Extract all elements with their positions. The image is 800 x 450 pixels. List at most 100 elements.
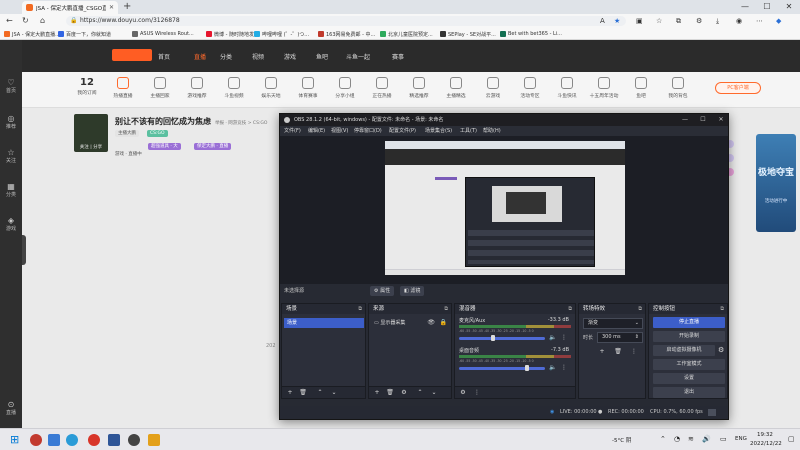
language-indicator[interactable]: ENG: [735, 436, 747, 442]
studio-mode-button[interactable]: 工作室模式: [653, 359, 725, 370]
filters-button[interactable]: ◧ 滤镜: [400, 286, 425, 296]
downloads-icon[interactable]: ⤓: [716, 17, 719, 26]
edge-browser-icon[interactable]: [66, 434, 78, 446]
browser-tab[interactable]: JSA - 保定大鹏直播_CSGO直播 ✕: [22, 1, 118, 14]
nav-fishbar[interactable]: 鱼吧: [316, 52, 328, 61]
bookmark-item[interactable]: 百度一下，你就知道: [58, 29, 111, 39]
nav-game[interactable]: 游戏: [284, 52, 296, 61]
split-screen-icon[interactable]: ▣: [636, 17, 643, 25]
douyu-logo[interactable]: [112, 49, 152, 61]
bookmark-item[interactable]: JSA - 保定大鹏直播...: [4, 29, 60, 39]
trash-icon[interactable]: 🗑: [385, 389, 395, 397]
category-item[interactable]: 分享小组: [330, 77, 360, 99]
move-up-icon[interactable]: ⌃: [315, 389, 325, 397]
maximize-button[interactable]: ☐: [756, 0, 778, 14]
category-item[interactable]: 活动专区: [515, 77, 545, 99]
category-item[interactable]: 我的背包: [663, 77, 693, 99]
room-tag[interactable]: 主播大鹏: [115, 130, 139, 137]
category-item[interactable]: 正在热播: [367, 77, 397, 99]
close-tab-icon[interactable]: ✕: [109, 4, 114, 11]
move-down-icon[interactable]: ⌄: [429, 389, 439, 397]
undock-icon[interactable]: ⧉: [444, 304, 448, 314]
category-item[interactable]: 斗鱼视频: [219, 77, 249, 99]
streamer-avatar[interactable]: 关注 | 分享: [74, 114, 108, 152]
category-item[interactable]: 游戏推荐: [182, 77, 212, 99]
properties-button[interactable]: ⚙ 属性: [370, 286, 395, 296]
bookmark-item[interactable]: 哔哩哔哩 (゜-゜)つ...: [254, 29, 309, 39]
start-virtual-camera-button[interactable]: 启动虚拟摄像机: [653, 345, 715, 356]
battery-icon[interactable]: ▭: [720, 435, 727, 443]
wifi-icon[interactable]: ≋: [688, 435, 694, 443]
nav-home[interactable]: 首页: [158, 52, 170, 61]
sidebar-item-follow[interactable]: ☆ 关注: [0, 148, 22, 164]
room-tag[interactable]: CS:GO: [147, 130, 168, 137]
add-icon[interactable]: +: [285, 389, 295, 397]
bookmark-item[interactable]: 北京儿童医院预定...: [380, 29, 433, 39]
pc-client-button[interactable]: PC客户端: [715, 82, 761, 94]
category-item[interactable]: 娱乐天地: [256, 77, 286, 99]
speaker-icon[interactable]: 🔈: [549, 364, 556, 371]
home-icon[interactable]: ⌂: [40, 16, 45, 25]
category-item[interactable]: 十五周年活动: [589, 77, 619, 99]
refresh-icon[interactable]: ↻: [22, 16, 29, 25]
category-item[interactable]: 热播直播: [108, 77, 138, 99]
more-options-icon[interactable]: ⋮: [561, 334, 567, 341]
room-tag[interactable]: 保定大鹏 · 直播: [194, 143, 232, 150]
menu-dots-icon[interactable]: ⋯: [756, 17, 763, 25]
app-icon[interactable]: [48, 434, 60, 446]
nav-category[interactable]: 分类: [220, 52, 232, 61]
start-recording-button[interactable]: 开始录制: [653, 331, 725, 342]
room-tag[interactable]: 超强道具 · 大: [148, 143, 181, 150]
speaker-icon[interactable]: 🔈: [549, 334, 556, 341]
clock-time[interactable]: 19:32: [757, 432, 773, 438]
menu-tools[interactable]: 工具(T): [460, 127, 477, 134]
volume-fader-knob[interactable]: [524, 365, 529, 371]
stop-streaming-button[interactable]: 停止直播: [653, 317, 725, 328]
app-icon[interactable]: [108, 434, 120, 446]
gear-icon[interactable]: ⚙: [718, 346, 724, 354]
app-icon[interactable]: [30, 434, 42, 446]
more-options-icon[interactable]: ⋮: [561, 364, 567, 371]
favorite-star-icon[interactable]: ★: [614, 17, 620, 25]
exit-button[interactable]: 退出: [653, 387, 725, 398]
collections-icon[interactable]: ⧉: [676, 17, 681, 26]
menu-profile[interactable]: 配置文件(P): [389, 127, 416, 134]
category-item[interactable]: 体育赛事: [293, 77, 323, 99]
bookmark-item[interactable]: Bet with bet365 - Li...: [500, 29, 562, 39]
menu-docks[interactable]: 停靠窗口(D): [354, 127, 382, 134]
scene-list-item[interactable]: 场景: [284, 318, 364, 328]
category-item[interactable]: 主播精选: [441, 77, 471, 99]
notification-icon[interactable]: ▢: [788, 435, 795, 443]
new-tab-button[interactable]: +: [123, 1, 131, 12]
event-banner[interactable]: 极地夺宝 活动进行中: [756, 134, 796, 232]
menu-edit[interactable]: 编辑(E): [308, 127, 325, 134]
read-aloud-icon[interactable]: A: [600, 17, 605, 25]
category-item[interactable]: 斗鱼快讯: [552, 77, 582, 99]
category-subscriptions[interactable]: 12 我的订阅: [72, 77, 102, 96]
tray-chevron-icon[interactable]: ⌃: [660, 435, 666, 443]
nav-video[interactable]: 视频: [252, 52, 264, 61]
gear-icon[interactable]: ⚙: [399, 389, 409, 397]
edge-sidebar-icon[interactable]: ◆: [776, 17, 781, 25]
bookmark-item[interactable]: SEPlay - SE对战平...: [440, 29, 496, 39]
bookmark-item[interactable]: ASUS Wireless Rout...: [132, 29, 194, 39]
source-list-item[interactable]: ▭ 显示器采集 👁 🔒: [371, 318, 451, 328]
add-icon[interactable]: +: [372, 389, 382, 397]
minimize-button[interactable]: —: [734, 0, 756, 14]
network-icon[interactable]: ◔: [674, 435, 680, 443]
more-options-icon[interactable]: ⋮: [472, 389, 482, 397]
back-icon[interactable]: ←: [6, 16, 13, 25]
menu-scene-collection[interactable]: 场景集合(S): [425, 127, 452, 134]
windows-start-icon[interactable]: ⊞: [10, 434, 22, 446]
volume-fader[interactable]: [459, 337, 545, 340]
app-icon[interactable]: [148, 434, 160, 446]
obs-taskbar-icon[interactable]: [128, 434, 140, 446]
sidebar-item-category[interactable]: ▦ 分类: [0, 182, 22, 198]
sidebar-item-game[interactable]: ◈ 游戏: [0, 216, 22, 232]
obs-maximize-button[interactable]: ☐: [694, 114, 712, 126]
trash-icon[interactable]: 🗑: [613, 348, 623, 356]
weather-text[interactable]: -5°C 阴: [612, 436, 631, 444]
bookmark-item[interactable]: 163网易免费邮 - 中...: [318, 29, 375, 39]
category-item[interactable]: 鱼吧: [626, 77, 656, 99]
nav-live[interactable]: 直播: [194, 52, 206, 61]
